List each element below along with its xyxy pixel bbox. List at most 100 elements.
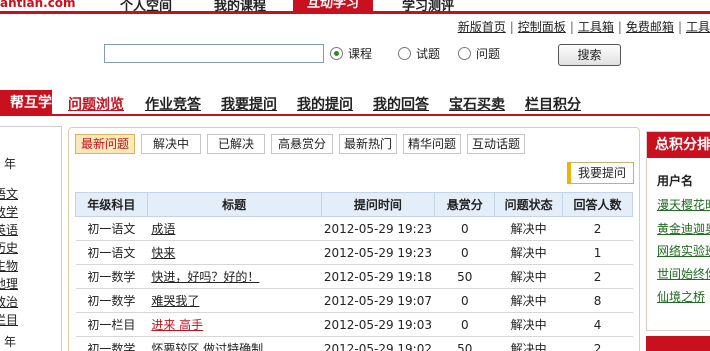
row-title-link[interactable]: 快进，好吗？好的！ bbox=[151, 270, 259, 284]
subnav-column-points[interactable]: 栏目积分 bbox=[525, 94, 581, 114]
tab-resolving[interactable]: 解决中 bbox=[141, 134, 201, 154]
left-item-biology[interactable]: 生物 bbox=[0, 257, 18, 274]
row-answers: 4 bbox=[562, 312, 633, 337]
table-row: 初一语文 快来 2012-05-29 19:23 0 解决中 1 bbox=[75, 240, 633, 265]
row-subject: 初一数学 bbox=[75, 264, 148, 289]
ranking-user[interactable]: 黄金迪迦奥 bbox=[657, 220, 710, 237]
table-row: 初一数学 怀要较区 做过特确制 2012-05-29 19:02 50 解决中 … bbox=[75, 336, 633, 351]
row-time: 2012-05-29 19:18 bbox=[321, 264, 435, 289]
row-title-link[interactable]: 成语 bbox=[151, 222, 175, 236]
radio-question-label: 问题 bbox=[476, 47, 501, 61]
nav-my-courses[interactable]: 我的课程 bbox=[214, 0, 266, 14]
nav-interactive-learning[interactable]: 互动学习 bbox=[293, 0, 374, 14]
radio-question-bank[interactable] bbox=[398, 47, 411, 60]
subnav-ask-question[interactable]: 我要提问 bbox=[221, 94, 277, 114]
ranking-user[interactable]: 世间始终你 bbox=[657, 265, 710, 282]
row-answers: 2 bbox=[562, 336, 633, 351]
questions-table: 年级科目 标题 提问时间 悬赏分 问题状态 回答人数 初一语文 成语 2012-… bbox=[75, 192, 633, 351]
row-status: 解决中 bbox=[494, 216, 563, 241]
row-reward: 0 bbox=[434, 312, 495, 337]
ask-question-button[interactable]: 我要提问 bbox=[567, 162, 634, 184]
ranking-user[interactable]: 仙境之桥 bbox=[657, 288, 705, 305]
col-reward-header: 悬赏分 bbox=[434, 192, 496, 217]
separator: | bbox=[677, 20, 682, 34]
row-subject: 初一数学 bbox=[75, 336, 148, 351]
left-item-history[interactable]: 历史 bbox=[0, 239, 18, 256]
col-status-header: 问题状态 bbox=[494, 192, 564, 217]
utility-links: 新版首页 | 控制面板 | 工具箱 | 免费邮箱 | 工具 bbox=[458, 18, 710, 35]
top-nav-bar: antian.com 个人空间 我的课程 互动学习 学习测评 bbox=[0, 0, 710, 14]
link-toolbox[interactable]: 工具箱 bbox=[578, 20, 614, 34]
ranking-user[interactable]: 漫天樱花时 bbox=[657, 196, 710, 213]
row-title-cell: 成语 bbox=[147, 216, 322, 241]
nav-personal-space[interactable]: 个人空间 bbox=[120, 0, 172, 14]
link-tools[interactable]: 工具 bbox=[686, 20, 710, 34]
tab-topics[interactable]: 互动话题 bbox=[467, 134, 525, 154]
row-title-link[interactable]: 快来 bbox=[151, 246, 175, 260]
row-status: 解决中 bbox=[494, 264, 563, 289]
col-answers-header: 回答人数 bbox=[562, 192, 633, 217]
radio-question[interactable] bbox=[458, 47, 471, 60]
radio-course[interactable] bbox=[330, 47, 343, 60]
row-title-link[interactable]: 怀要较区 做过特确制 bbox=[151, 342, 263, 351]
left-item-math[interactable]: 数学 bbox=[0, 203, 18, 220]
row-reward: 50 bbox=[434, 264, 495, 289]
tab-resolved[interactable]: 已解决 bbox=[207, 134, 265, 154]
row-title-link[interactable]: 进来 高手 bbox=[151, 318, 203, 332]
row-reward: 50 bbox=[434, 336, 495, 351]
row-status: 解决中 bbox=[494, 240, 563, 265]
radio-course-label: 课程 bbox=[348, 47, 373, 61]
row-reward: 0 bbox=[434, 288, 495, 313]
row-title-link[interactable]: 难哭我了 bbox=[151, 294, 199, 308]
row-title-cell: 怀要较区 做过特确制 bbox=[147, 336, 322, 351]
left-item-english[interactable]: 英语 bbox=[0, 221, 18, 238]
row-title-cell: 快来 bbox=[147, 240, 322, 265]
subnav-browse-questions[interactable]: 问题浏览 bbox=[68, 94, 124, 114]
left-item-chinese[interactable]: 语文 bbox=[0, 185, 18, 202]
row-title-cell: 快进，好吗？好的！ bbox=[147, 264, 322, 289]
section-bar: 帮互学 问题浏览 作业竞答 我要提问 我的提问 我的回答 宝石买卖 栏目积分 bbox=[0, 90, 710, 116]
subnav-my-questions[interactable]: 我的提问 bbox=[297, 94, 353, 114]
row-time: 2012-05-29 19:07 bbox=[321, 288, 435, 313]
tab-featured[interactable]: 精华问题 bbox=[403, 134, 461, 154]
nav-learning-assessment[interactable]: 学习测评 bbox=[402, 0, 454, 14]
col-title-header: 标题 bbox=[146, 192, 322, 217]
search-button[interactable]: 搜索 bbox=[558, 44, 621, 66]
row-time: 2012-05-29 19:02 bbox=[321, 336, 435, 351]
link-control-panel[interactable]: 控制面板 bbox=[518, 20, 566, 34]
row-answers: 1 bbox=[562, 240, 633, 265]
ranking-user[interactable]: 网络实验班 bbox=[657, 242, 710, 259]
site-logo: antian.com bbox=[0, 0, 76, 10]
subnav-homework-contest[interactable]: 作业竞答 bbox=[145, 94, 201, 114]
link-free-mail[interactable]: 免费邮箱 bbox=[626, 20, 674, 34]
left-item-geography[interactable]: 地理 bbox=[0, 275, 18, 292]
tab-hot[interactable]: 最新热门 bbox=[339, 134, 397, 154]
row-reward: 0 bbox=[434, 240, 495, 265]
col-time-header: 提问时间 bbox=[320, 192, 436, 217]
table-row: 初一数学 快进，好吗？好的！ 2012-05-29 19:18 50 解决中 2 bbox=[75, 264, 633, 289]
ranking-username-header: 用户名 bbox=[657, 174, 694, 188]
tab-latest[interactable]: 最新问题 bbox=[75, 134, 135, 154]
tab-high-reward[interactable]: 高悬赏分 bbox=[271, 134, 333, 154]
table-header-row: 年级科目 标题 提问时间 悬赏分 问题状态 回答人数 bbox=[75, 192, 633, 217]
subnav-gem-trade[interactable]: 宝石买卖 bbox=[449, 94, 505, 114]
left-category-list: 年 语文 数学 英语 历史 生物 地理 政治 栏目 年 bbox=[0, 126, 62, 351]
search-input[interactable] bbox=[104, 44, 324, 63]
radio-question-bank-label: 试题 bbox=[416, 47, 441, 61]
subnav-my-answers[interactable]: 我的回答 bbox=[373, 94, 429, 114]
link-new-home[interactable]: 新版首页 bbox=[458, 20, 506, 34]
left-item-column[interactable]: 栏目 bbox=[0, 311, 18, 328]
row-status: 解决中 bbox=[494, 288, 563, 313]
section-title: 帮互学 bbox=[0, 90, 52, 116]
separator: | bbox=[569, 20, 574, 34]
row-answers: 8 bbox=[562, 288, 633, 313]
separator: | bbox=[509, 20, 514, 34]
row-title-cell: 难哭我了 bbox=[147, 288, 322, 313]
table-row: 初一栏目 进来 高手 2012-05-29 19:03 0 解决中 4 bbox=[75, 312, 633, 337]
row-answers: 2 bbox=[562, 264, 633, 289]
row-answers: 2 bbox=[562, 216, 633, 241]
questions-panel: 最新问题 解决中 已解决 高悬赏分 最新热门 精华问题 互动话题 我要提问 年级… bbox=[68, 127, 640, 351]
points-ranking-panel: 总积分排 用户名 漫天樱花时 黄金迪迦奥 网络实验班 世间始终你 仙境之桥 bbox=[646, 131, 710, 331]
left-item-politics[interactable]: 政治 bbox=[0, 293, 18, 310]
left-item-grade-2: 年 bbox=[4, 335, 17, 349]
